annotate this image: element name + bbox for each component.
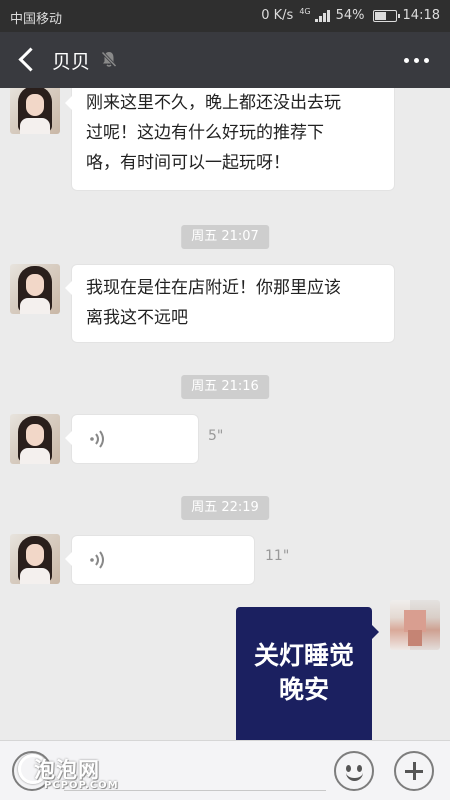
emoji-icon[interactable] xyxy=(334,751,374,791)
mute-bell-icon xyxy=(101,51,117,68)
timestamp-chip: 周五 22:19 xyxy=(181,496,269,520)
status-right-group: 0 K/s 4G 54% 14:18 xyxy=(261,7,440,24)
voice-wave-icon xyxy=(90,430,104,448)
voice-wave-icon xyxy=(90,551,104,569)
chat-title: 贝贝 xyxy=(52,51,91,73)
message-text-line: 刚来这里不久，晚上都还没出去玩 xyxy=(86,93,341,113)
signal-icon xyxy=(314,9,330,22)
back-arrow-icon[interactable] xyxy=(10,44,42,76)
voice-message-bubble[interactable] xyxy=(65,536,254,584)
plus-icon[interactable] xyxy=(394,751,434,791)
battery-percent: 54% xyxy=(335,8,365,23)
image-message[interactable]: 关灯睡觉 晚安 xyxy=(236,607,379,740)
contact-avatar[interactable] xyxy=(10,264,60,314)
input-bar xyxy=(0,740,450,800)
self-avatar[interactable] xyxy=(390,600,440,650)
message-text-line: 我现在是住在店附近！你那里应该 xyxy=(86,278,341,298)
message-bubble[interactable]: 刚来这里不久，晚上都还没出去玩 过呢！这边有什么好玩的推荐下 咯，有时间可以一起… xyxy=(65,88,394,190)
net-speed: 0 K/s xyxy=(261,8,294,23)
more-dots-icon[interactable] xyxy=(404,50,432,70)
message-text-line: 离我这不远吧 xyxy=(86,308,188,328)
net-type: 4G xyxy=(299,7,311,16)
message-bubble[interactable]: 我现在是住在店附近！你那里应该 离我这不远吧 xyxy=(65,265,394,342)
message-text-line: 过呢！这边有什么好玩的推荐下 xyxy=(86,123,324,143)
battery-icon xyxy=(372,9,400,22)
image-text-line: 晚安 xyxy=(278,675,329,704)
timestamp-chip: 周五 21:07 xyxy=(181,225,269,249)
clock: 14:18 xyxy=(402,8,440,23)
contact-avatar[interactable] xyxy=(10,88,60,134)
timestamp-chip: 周五 21:16 xyxy=(181,375,269,399)
voice-duration: 5" xyxy=(208,428,224,444)
image-text-line: 关灯睡觉 xyxy=(253,641,354,670)
chat-area[interactable]: 刚来这里不久，晚上都还没出去玩 过呢！这边有什么好玩的推荐下 咯，有时间可以一起… xyxy=(0,88,450,740)
contact-avatar[interactable] xyxy=(10,414,60,464)
status-bar: 中国移动 0 K/s 4G 54% 14:18 xyxy=(0,0,450,32)
contact-avatar[interactable] xyxy=(10,534,60,584)
carrier-label: 中国移动 xyxy=(10,12,63,27)
chat-header: 贝贝 xyxy=(0,32,450,88)
message-text-line: 咯，有时间可以一起玩呀！ xyxy=(86,153,290,173)
voice-duration: 11" xyxy=(265,548,290,564)
voice-toggle-icon[interactable] xyxy=(12,751,52,791)
voice-message-bubble[interactable] xyxy=(65,415,198,463)
message-input[interactable] xyxy=(64,757,326,791)
